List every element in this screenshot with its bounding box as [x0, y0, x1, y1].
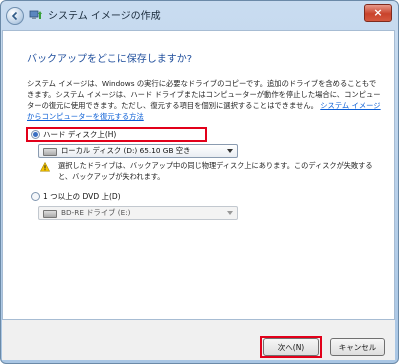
dvd-select[interactable]: BD-RE ドライブ (E:) [38, 206, 238, 220]
cancel-button[interactable]: キャンセル [330, 338, 385, 356]
title-bar: システム イメージの作成 × [0, 0, 397, 30]
close-icon: × [373, 6, 383, 19]
dvd-dropdown-arrow-icon [227, 211, 233, 215]
close-button[interactable]: × [364, 4, 392, 22]
same-disk-warning: 選択したドライブは、バックアップ中の同じ物理ディスク上にあります。このディスクが… [58, 161, 373, 181]
hard-disk-label[interactable]: ハード ディスク上(H) [43, 129, 116, 140]
hard-disk-select[interactable]: ローカル ディスク (D:) 65.10 GB 空き [38, 144, 238, 158]
back-button[interactable] [6, 7, 24, 25]
dvd-label[interactable]: 1 つ以上の DVD 上(D) [43, 191, 121, 202]
hard-disk-select-value: ローカル ディスク (D:) 65.10 GB 空き [61, 146, 191, 155]
dropdown-arrow-icon [227, 149, 233, 153]
warning-icon [40, 162, 50, 172]
dvd-select-value: BD-RE ドライブ (E:) [61, 208, 131, 217]
window-title: システム イメージの作成 [48, 11, 161, 22]
description: システム イメージは、Windows の実行に必要なドライブのコピーです。追加の… [27, 78, 382, 122]
back-arrow-icon [11, 11, 18, 21]
drive-icon [43, 148, 57, 156]
backup-app-icon [29, 10, 42, 19]
page-heading: バックアップをどこに保存しますか? [27, 54, 193, 65]
dvd-drive-icon [43, 210, 57, 218]
dvd-radio[interactable] [31, 192, 40, 201]
next-button[interactable]: 次へ(N) [263, 338, 319, 356]
hard-disk-radio[interactable] [31, 130, 40, 139]
